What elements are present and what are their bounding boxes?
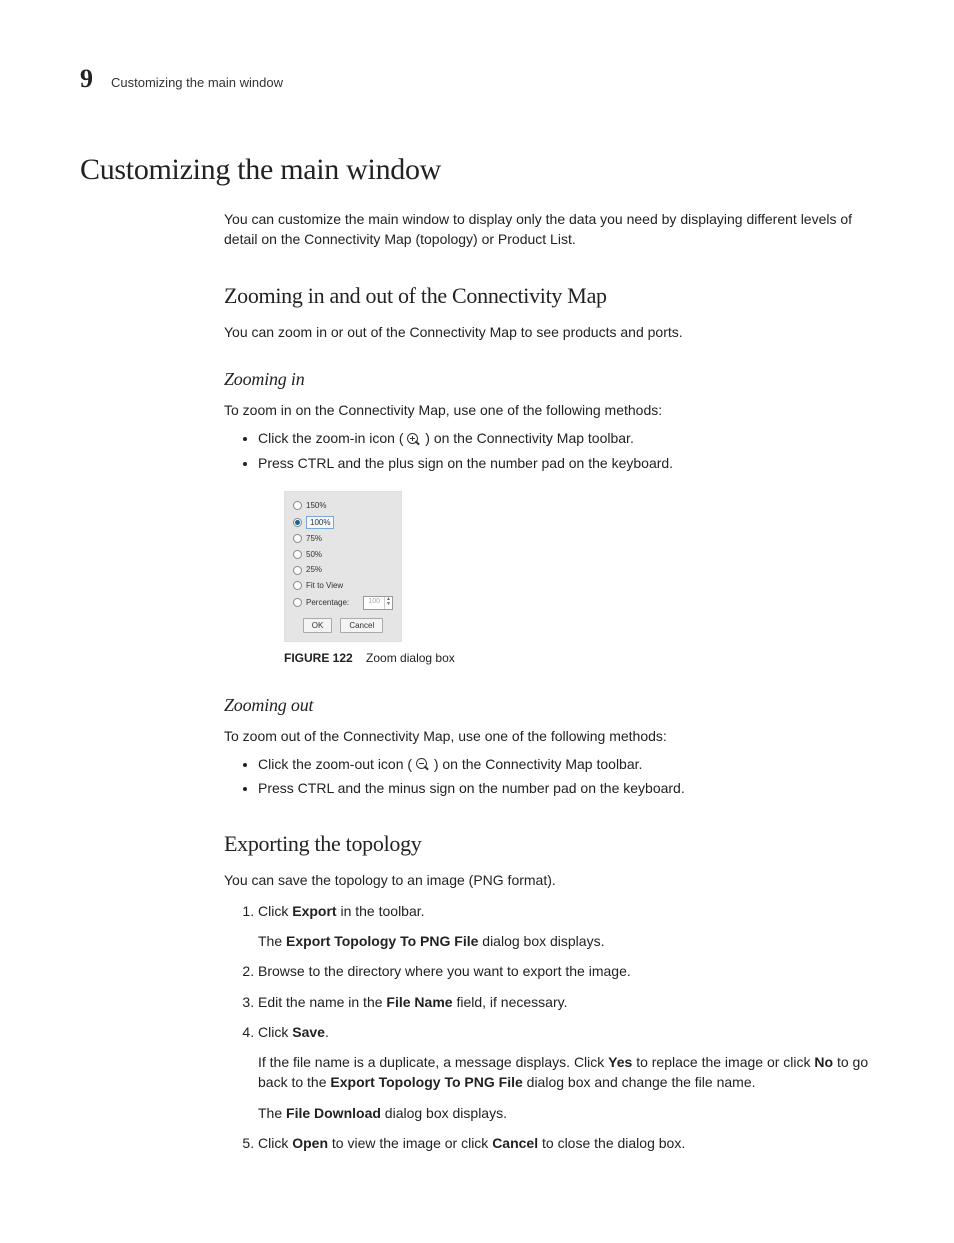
zoom-in-list: Click the zoom-in icon ( ) on the Connec… bbox=[224, 428, 874, 473]
radio-icon bbox=[293, 550, 302, 559]
zoom-in-intro: To zoom in on the Connectivity Map, use … bbox=[224, 400, 874, 420]
zoom-in-icon bbox=[407, 433, 421, 447]
zoom-out-icon bbox=[416, 758, 430, 772]
figure-zoom-dialog: 150% 100% 75% 50% 25% Fit to View bbox=[284, 491, 874, 668]
zoom-option-100[interactable]: 100% bbox=[289, 514, 397, 532]
radio-icon bbox=[293, 501, 302, 510]
list-item: Press CTRL and the plus sign on the numb… bbox=[258, 453, 874, 473]
radio-icon bbox=[293, 534, 302, 543]
step-substep: The File Download dialog box displays. bbox=[258, 1103, 874, 1123]
radio-icon bbox=[293, 566, 302, 575]
zoom-option-150[interactable]: 150% bbox=[289, 498, 397, 514]
radio-icon bbox=[293, 581, 302, 590]
section-export-intro: You can save the topology to an image (P… bbox=[224, 870, 874, 890]
running-title: Customizing the main window bbox=[111, 74, 283, 93]
step-substep: The Export Topology To PNG File dialog b… bbox=[258, 931, 874, 951]
content-body: You can customize the main window to dis… bbox=[224, 209, 874, 1153]
zoom-option-fit[interactable]: Fit to View bbox=[289, 578, 397, 594]
page-title: Customizing the main window bbox=[80, 148, 874, 192]
intro-paragraph: You can customize the main window to dis… bbox=[224, 209, 874, 250]
list-item: Click the zoom-out icon ( ) on the Conne… bbox=[258, 754, 874, 774]
export-steps: Click Export in the toolbar. The Export … bbox=[224, 901, 874, 1154]
list-item: Press CTRL and the minus sign on the num… bbox=[258, 778, 874, 798]
spinner-buttons[interactable]: ▲▼ bbox=[384, 597, 392, 609]
subsection-zoom-in-title: Zooming in bbox=[224, 366, 874, 392]
figure-caption: FIGURE 122 Zoom dialog box bbox=[284, 650, 874, 667]
zoom-out-list: Click the zoom-out icon ( ) on the Conne… bbox=[224, 754, 874, 799]
list-item: Click Save. If the file name is a duplic… bbox=[258, 1022, 874, 1123]
radio-icon bbox=[293, 518, 302, 527]
percentage-spinner[interactable]: 100 ▲▼ bbox=[363, 596, 393, 610]
step-substep: If the file name is a duplicate, a messa… bbox=[258, 1052, 874, 1093]
zoom-option-75[interactable]: 75% bbox=[289, 531, 397, 547]
list-item: Click Export in the toolbar. The Export … bbox=[258, 901, 874, 952]
section-export-title: Exporting the topology bbox=[224, 828, 874, 860]
chapter-number: 9 bbox=[80, 60, 93, 98]
list-item: Click Open to view the image or click Ca… bbox=[258, 1133, 874, 1153]
radio-icon bbox=[293, 598, 302, 607]
section-zoom-intro: You can zoom in or out of the Connectivi… bbox=[224, 322, 874, 342]
zoom-out-intro: To zoom out of the Connectivity Map, use… bbox=[224, 726, 874, 746]
zoom-option-percentage[interactable]: Percentage: 100 ▲▼ bbox=[289, 594, 397, 612]
list-item: Click the zoom-in icon ( ) on the Connec… bbox=[258, 428, 874, 448]
subsection-zoom-out-title: Zooming out bbox=[224, 692, 874, 718]
list-item: Edit the name in the File Name field, if… bbox=[258, 992, 874, 1012]
list-item: Browse to the directory where you want t… bbox=[258, 961, 874, 981]
zoom-option-50[interactable]: 50% bbox=[289, 547, 397, 563]
zoom-option-25[interactable]: 25% bbox=[289, 562, 397, 578]
section-zoom-title: Zooming in and out of the Connectivity M… bbox=[224, 280, 874, 312]
cancel-button[interactable]: Cancel bbox=[340, 618, 383, 634]
ok-button[interactable]: OK bbox=[303, 618, 333, 634]
page-header: 9 Customizing the main window bbox=[80, 60, 874, 98]
zoom-dialog-box: 150% 100% 75% 50% 25% Fit to View bbox=[284, 491, 402, 642]
